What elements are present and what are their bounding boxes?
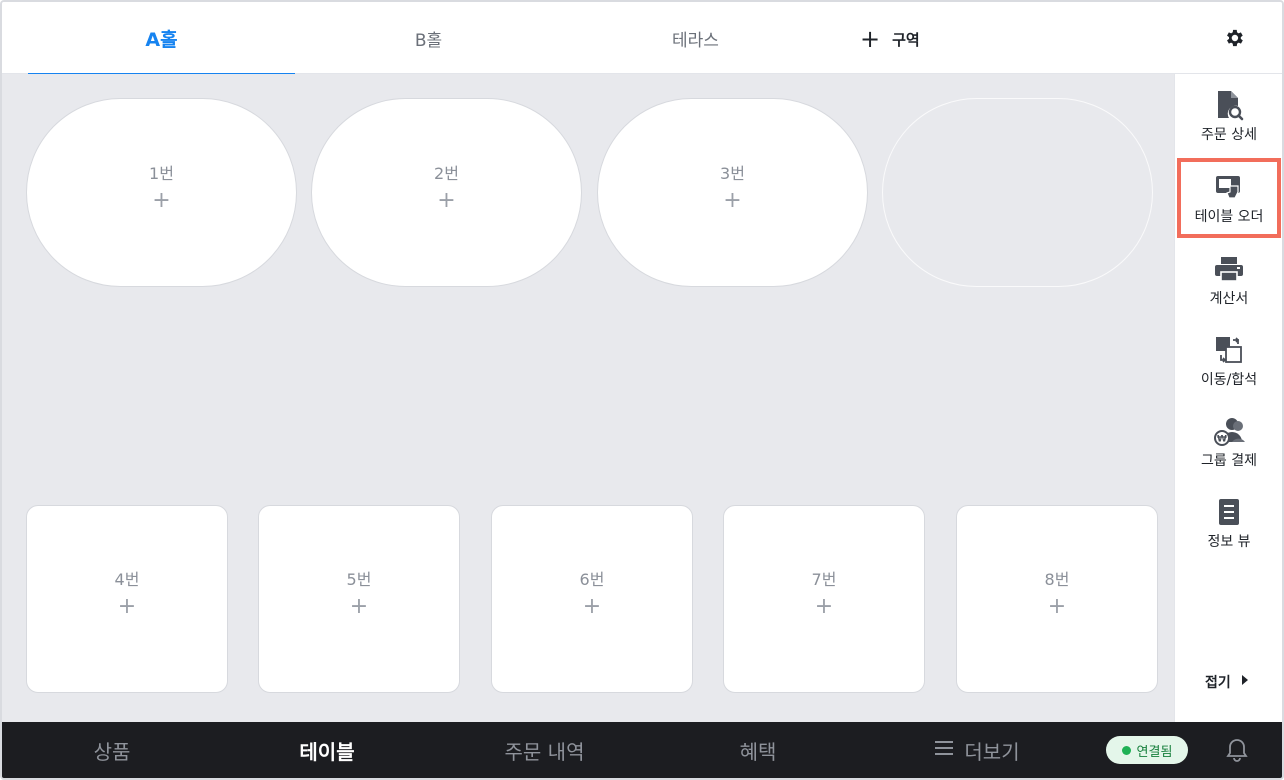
table-name: 1번 <box>149 163 174 183</box>
add-zone-label: 구역 <box>892 30 920 49</box>
group-payment-label: 그룹 결제 <box>1201 453 1257 469</box>
fold-sidebar-button[interactable]: 접기 <box>1205 672 1249 692</box>
tab-b-hall[interactable]: B홀 <box>295 2 562 74</box>
tablet-order-icon <box>1212 170 1246 204</box>
action-sidebar: 주문 상세 테이블 오더 계산서 이동/합석 ₩ 그룹 결제 정보 뷰 접기 <box>1174 74 1282 722</box>
table-6[interactable]: 6번 + <box>491 505 693 693</box>
table-7[interactable]: 7번 + <box>723 505 925 693</box>
status-label: 연결됨 <box>1136 744 1173 760</box>
table-3[interactable]: 3번 + <box>597 98 868 287</box>
nav-label: 상품 <box>93 739 131 764</box>
add-order-plus: + <box>1047 594 1067 619</box>
add-order-plus: + <box>814 594 834 619</box>
table-name: 8번 <box>1044 570 1070 589</box>
nav-more[interactable]: 더보기 <box>902 722 1052 778</box>
nav-order-history[interactable]: 주문 내역 <box>472 722 617 778</box>
plus-icon: + <box>860 25 881 53</box>
tab-label: B홀 <box>414 30 443 51</box>
nav-products[interactable]: 상품 <box>42 722 182 778</box>
table-order-label: 테이블 오더 <box>1194 209 1264 225</box>
zone-tab-bar: A홀 B홀 테라스 + 구역 <box>2 2 1282 75</box>
table-name: 4번 <box>114 570 140 589</box>
add-order-plus: + <box>152 187 171 213</box>
tab-label: A홀 <box>145 28 178 51</box>
add-order-plus: + <box>349 594 369 619</box>
table-8[interactable]: 8번 + <box>956 505 1158 693</box>
add-order-plus: + <box>117 594 137 619</box>
gear-icon[interactable] <box>1220 24 1248 52</box>
svg-text:₩: ₩ <box>1217 435 1227 445</box>
tab-terrace[interactable]: 테라스 <box>562 2 829 74</box>
info-list-icon <box>1212 495 1246 529</box>
move-merge-button[interactable]: 이동/합석 <box>1177 323 1281 399</box>
table-name: 7번 <box>811 570 837 589</box>
bell-icon[interactable] <box>1224 736 1250 764</box>
nav-benefits[interactable]: 혜택 <box>688 722 828 778</box>
table-name: 6번 <box>579 570 605 589</box>
bottom-nav: 상품 테이블 주문 내역 혜택 더보기 연결됨 <box>2 722 1282 778</box>
add-order-plus: + <box>582 594 602 619</box>
nav-label: 주문 내역 <box>504 739 585 764</box>
move-merge-label: 이동/합석 <box>1200 372 1258 388</box>
nav-label: 테이블 <box>299 739 355 764</box>
move-merge-icon <box>1212 333 1246 367</box>
bill-button[interactable]: 계산서 <box>1177 242 1281 318</box>
table-order-button[interactable]: 테이블 오더 <box>1177 158 1281 238</box>
nav-tables[interactable]: 테이블 <box>257 722 397 778</box>
caret-right-icon <box>1241 674 1249 690</box>
fold-label: 접기 <box>1205 675 1231 691</box>
info-view-button[interactable]: 정보 뷰 <box>1177 485 1281 561</box>
table-4[interactable]: 4번 + <box>26 505 228 693</box>
table-name: 2번 <box>434 163 459 183</box>
bill-label: 계산서 <box>1209 291 1249 307</box>
tab-a-hall[interactable]: A홀 <box>28 2 295 75</box>
nav-label: 더보기 <box>964 739 1020 764</box>
info-view-label: 정보 뷰 <box>1207 534 1251 550</box>
table-floor: 1번 + 2번 + 3번 + 4번 + 5번 + 6번 + 7번 + 8번 + <box>2 74 1174 722</box>
app-frame: A홀 B홀 테라스 + 구역 1번 + 2번 + 3번 + 4번 + 5번 + … <box>0 0 1284 780</box>
add-zone-button[interactable]: + 구역 <box>860 24 920 54</box>
order-detail-label: 주문 상세 <box>1201 127 1257 143</box>
tab-label: 테라스 <box>672 30 719 51</box>
table-2[interactable]: 2번 + <box>311 98 582 287</box>
group-payment-icon: ₩ <box>1212 414 1246 448</box>
table-5[interactable]: 5번 + <box>258 505 460 693</box>
order-detail-button[interactable]: 주문 상세 <box>1177 78 1281 154</box>
table-1[interactable]: 1번 + <box>26 98 297 287</box>
menu-icon <box>934 738 954 763</box>
connection-status-badge: 연결됨 <box>1106 736 1188 764</box>
add-order-plus: + <box>723 187 742 213</box>
document-search-icon <box>1212 88 1246 122</box>
status-dot <box>1121 745 1131 755</box>
add-order-plus: + <box>437 187 456 213</box>
nav-label: 혜택 <box>739 739 777 764</box>
table-name: 3번 <box>720 163 745 183</box>
printer-icon <box>1212 252 1246 286</box>
table-name: 5번 <box>346 570 372 589</box>
empty-table-slot <box>882 98 1153 287</box>
group-payment-button[interactable]: ₩ 그룹 결제 <box>1177 404 1281 480</box>
